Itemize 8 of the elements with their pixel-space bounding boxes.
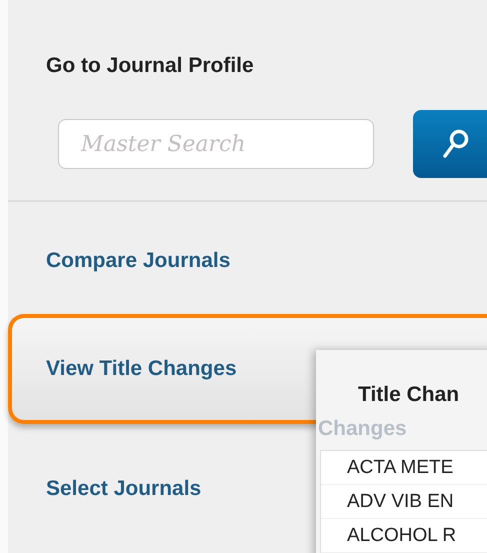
journal-title[interactable]: ALCOHOL R: [321, 519, 487, 553]
section-heading: Go to Journal Profile: [46, 54, 255, 78]
search-button[interactable]: [413, 110, 487, 178]
search-field[interactable]: Master Search: [58, 119, 374, 169]
popup-title: Title Chan: [358, 383, 460, 407]
journal-title[interactable]: ADV VIB EN: [321, 485, 487, 519]
search-icon: [443, 129, 469, 159]
journal-title[interactable]: ACTA METE: [321, 451, 487, 485]
